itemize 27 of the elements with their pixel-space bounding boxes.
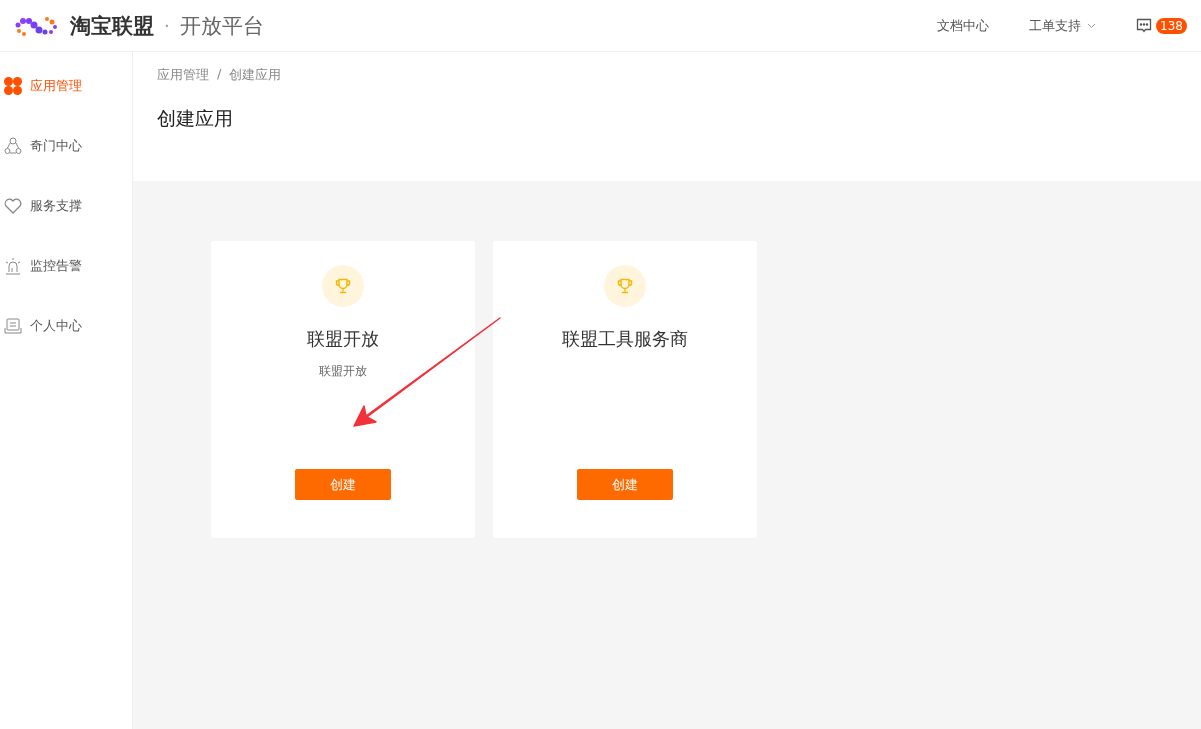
message-count-badge: 138: [1156, 17, 1187, 34]
breadcrumb-item[interactable]: 应用管理: [157, 66, 209, 84]
platform-name: 开放平台: [179, 12, 264, 40]
brand-name: 淘宝联盟: [70, 12, 154, 40]
card-description: 联盟开放: [319, 363, 367, 380]
brand-separator: ·: [164, 15, 170, 36]
message-icon[interactable]: [1136, 17, 1153, 34]
trophy-icon: [617, 278, 633, 294]
apps-icon: [4, 77, 22, 95]
sidebar-item[interactable]: 奇门中心: [0, 116, 132, 176]
logo-icon: [14, 14, 60, 37]
nav-link[interactable]: 文档中心: [937, 16, 990, 35]
card-title: 联盟开放: [307, 327, 379, 351]
heart-icon: [4, 198, 22, 214]
breadcrumb-separator: /: [217, 66, 222, 83]
chevron-down-icon: [1087, 22, 1097, 29]
card-title: 联盟工具服务商: [562, 327, 688, 351]
page-title: 创建应用: [157, 106, 234, 131]
alarm-icon: [4, 257, 22, 275]
sidebar-item[interactable]: 个人中心: [0, 296, 132, 356]
sidebar-item[interactable]: 服务支撑: [0, 176, 132, 236]
monitor-icon: [4, 317, 22, 335]
trophy-icon: [335, 278, 351, 294]
breadcrumb-item: 创建应用: [229, 66, 282, 84]
nav-link[interactable]: 工单支持: [1029, 16, 1097, 35]
sidebar-item[interactable]: 监控告警: [0, 236, 132, 296]
nodes-icon: [4, 137, 22, 155]
